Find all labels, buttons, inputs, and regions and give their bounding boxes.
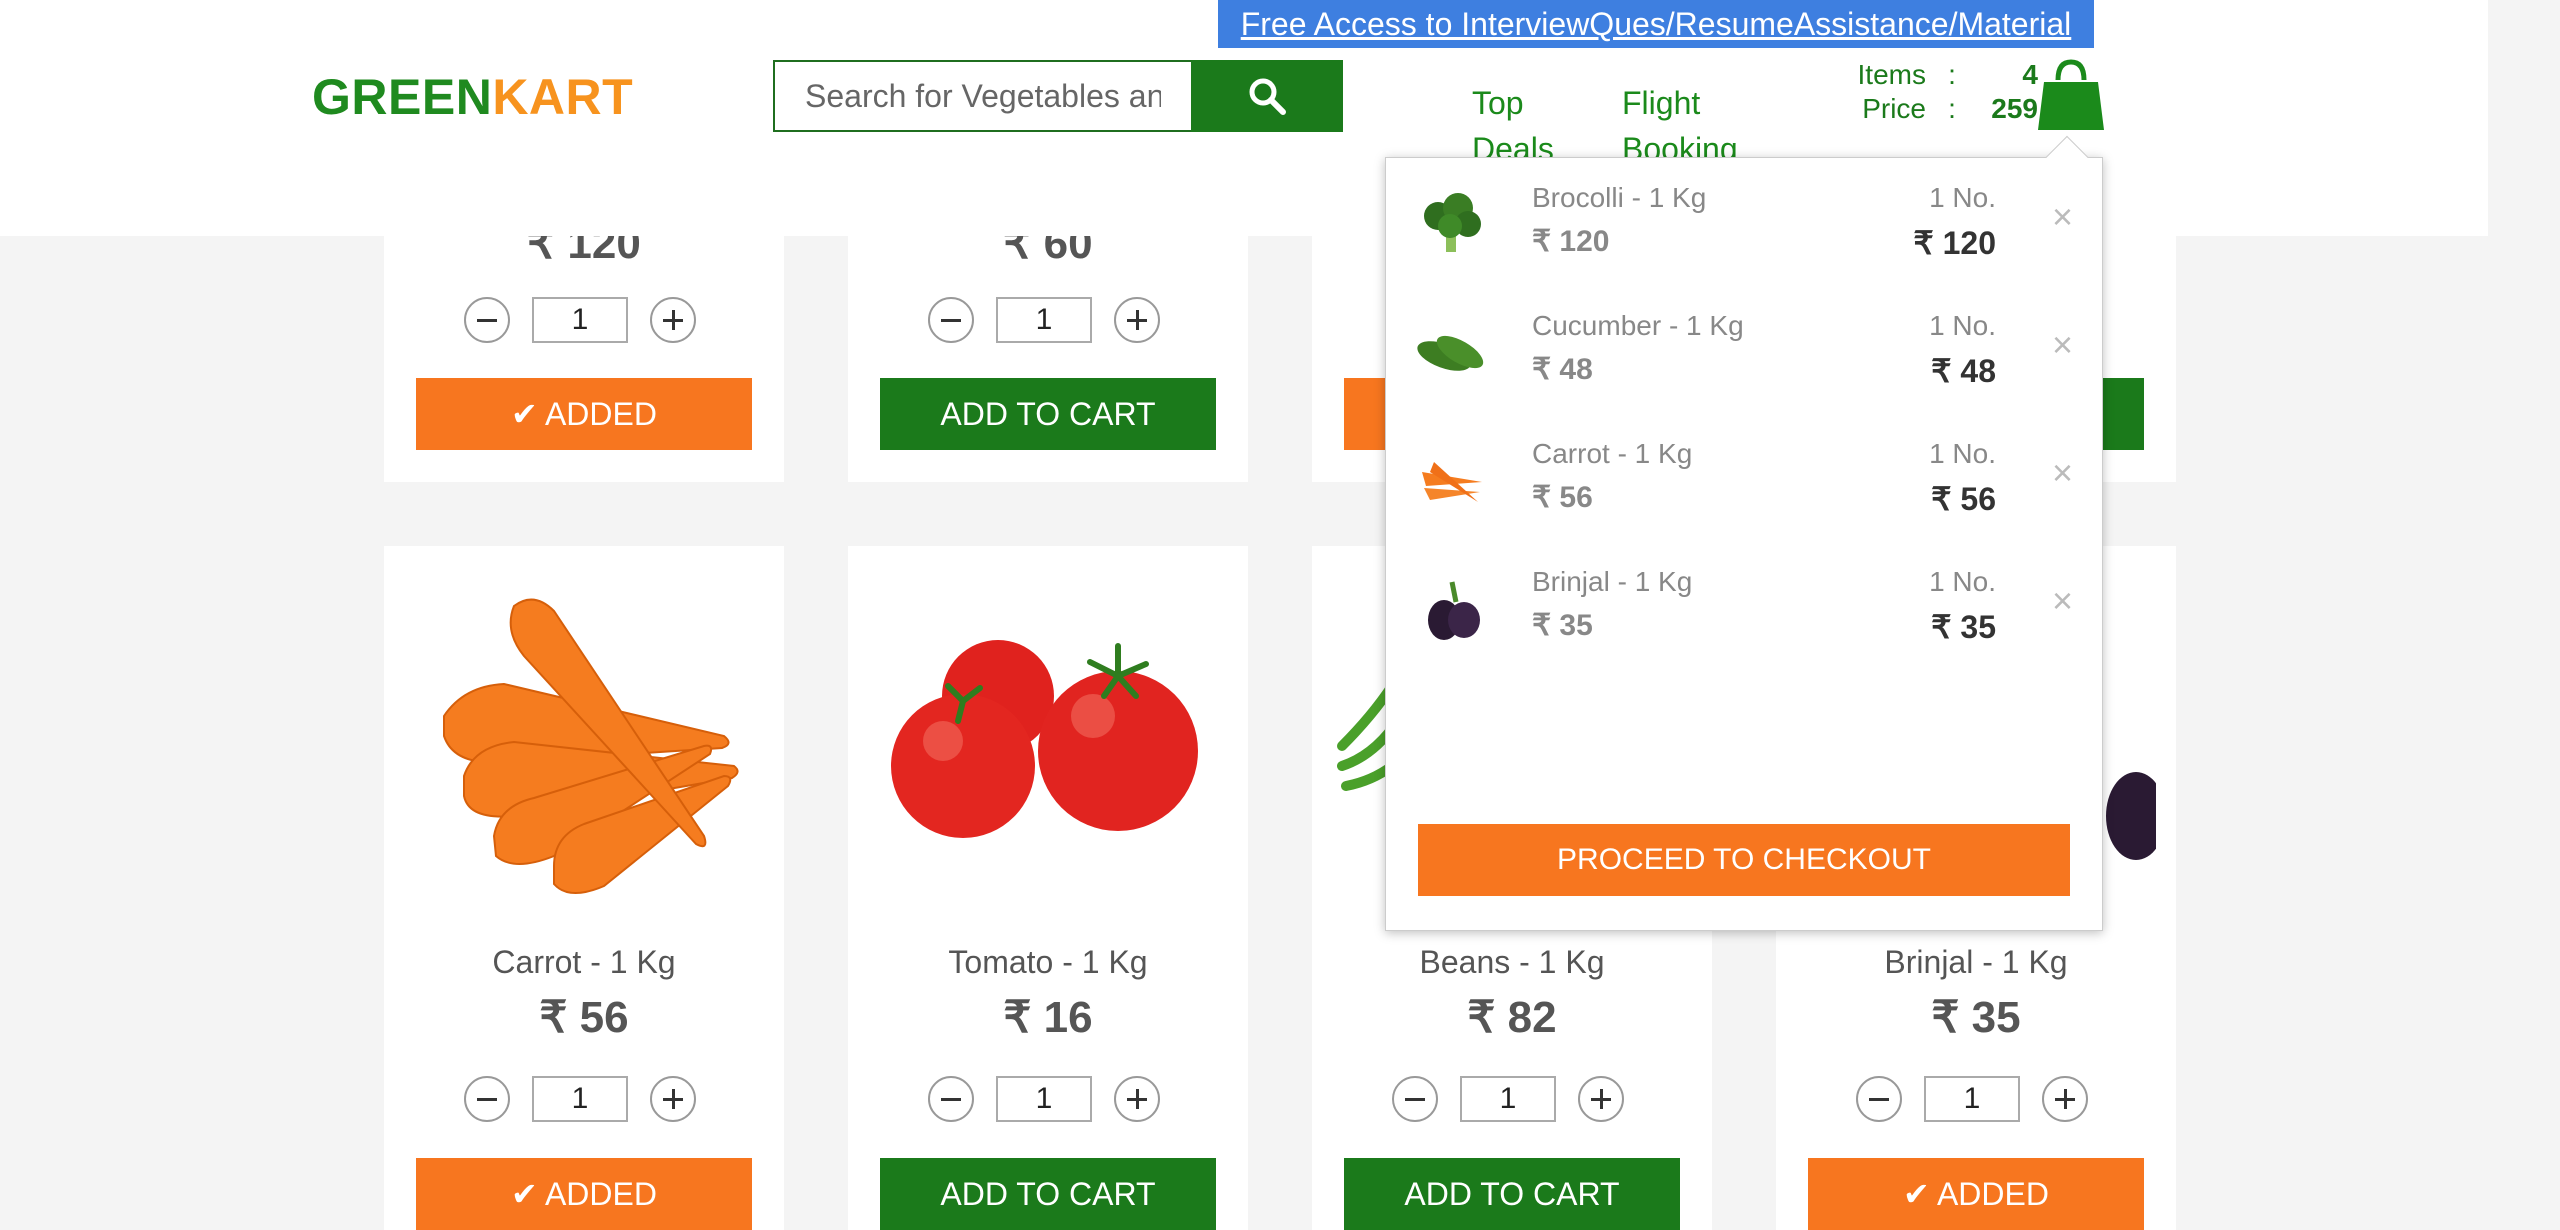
search-button[interactable] [1191,60,1343,132]
items-colon: : [1948,59,1956,90]
cart-item-price: ₹ 120 [1532,225,1610,258]
logo-green: GREEN [312,69,493,125]
product-price: ₹ 82 [1467,993,1557,1042]
search-bar [773,60,1343,132]
product-name: Brinjal - 1 Kg [1884,944,2068,980]
quantity-input[interactable] [532,1076,628,1122]
cart-item-qty: 1 No. [1929,438,1996,469]
cart-item-amount: ₹ 120 [1913,225,1996,261]
increment-button[interactable] [1578,1076,1624,1122]
price-label: Price [1862,93,1926,124]
cart-item-amount: ₹ 56 [1931,481,1996,517]
product-price: ₹ 35 [1931,993,2021,1042]
logo[interactable]: GREENKART [312,68,633,126]
remove-item-icon[interactable]: × [2052,324,2073,366]
product-name: Carrot - 1 Kg [492,944,676,980]
tomato-image [891,640,1198,838]
cart-item-qty: 1 No. [1929,182,1996,213]
decrement-button[interactable] [928,1076,974,1122]
cart-item-name: Carrot - 1 Kg [1532,438,1693,469]
increment-button[interactable] [650,1076,696,1122]
cart-preview-item: Cucumber - 1 Kg ₹ 48 1 No. ₹ 48 × [1386,286,2104,414]
promo-link[interactable]: Free Access to InterviewQues/ResumeAssis… [1218,0,2094,48]
increment-button[interactable] [650,297,696,343]
cart-item-price: ₹ 56 [1532,481,1593,514]
quantity-input[interactable] [1460,1076,1556,1122]
cart-summary: Items : 4 Price : 259 [1838,58,2038,126]
decrement-button[interactable] [464,297,510,343]
decrement-button[interactable] [1392,1076,1438,1122]
price-total: 259 [1991,93,2038,124]
quantity-input[interactable] [532,297,628,343]
quantity-stepper [464,1076,696,1122]
quantity-input[interactable] [1924,1076,2020,1122]
decrement-button[interactable] [464,1076,510,1122]
site-header: GREENKART Top Deals Flight Booking Items… [0,0,2488,236]
product-price: ₹ 56 [539,993,629,1042]
quantity-input[interactable] [996,1076,1092,1122]
quantity-stepper [928,1076,1160,1122]
carrot-image [443,598,739,894]
added-button[interactable]: ✔ ADDED [1808,1158,2144,1230]
product-name: Tomato - 1 Kg [948,944,1148,980]
quantity-stepper [928,297,1160,343]
items-count: 4 [2022,59,2038,90]
cart-item-amount: ₹ 35 [1931,609,1996,645]
quantity-stepper [1856,1076,2088,1122]
cart-preview-item: Brinjal - 1 Kg ₹ 35 1 No. ₹ 35 × [1386,542,2104,670]
remove-item-icon[interactable]: × [2052,196,2073,238]
cart-preview-item: Brocolli - 1 Kg ₹ 120 1 No. ₹ 120 × [1386,158,2104,286]
quantity-input[interactable] [996,297,1092,343]
add-to-cart-button[interactable]: ADD TO CART [1344,1158,1680,1230]
add-to-cart-button[interactable]: ADD TO CART [880,378,1216,450]
add-to-cart-button[interactable]: ADD TO CART [880,1158,1216,1230]
remove-item-icon[interactable]: × [2052,452,2073,494]
proceed-to-checkout-button[interactable]: PROCEED TO CHECKOUT [1418,824,2070,896]
increment-button[interactable] [1114,297,1160,343]
cart-item-amount: ₹ 48 [1931,353,1996,389]
decrement-button[interactable] [928,297,974,343]
increment-button[interactable] [1114,1076,1160,1122]
remove-item-icon[interactable]: × [2052,580,2073,622]
quantity-stepper [464,297,696,343]
logo-kart: KART [492,69,634,125]
brinjal-icon [1428,581,1480,640]
cart-item-price: ₹ 48 [1532,353,1593,386]
cart-bag-icon[interactable] [2036,58,2106,132]
added-button[interactable]: ✔ ADDED [416,1158,752,1230]
carrot-icon [1422,462,1482,502]
cart-item-qty: 1 No. [1929,566,1996,597]
quantity-stepper [1392,1076,1624,1122]
increment-button[interactable] [2042,1076,2088,1122]
cart-item-name: Brinjal - 1 Kg [1532,566,1693,597]
search-input[interactable] [773,60,1191,132]
cart-item-name: Cucumber - 1 Kg [1532,310,1744,341]
added-button[interactable]: ✔ ADDED [416,378,752,450]
product-card: Carrot - 1 Kg ₹ 56 ✔ ADDED [384,546,784,1230]
product-card: Tomato - 1 Kg ₹ 16 ADD TO CART [848,546,1248,1230]
product-name: Beans - 1 Kg [1419,944,1605,980]
cart-preview-item: Carrot - 1 Kg ₹ 56 1 No. ₹ 56 × [1386,414,2104,542]
cart-item-name: Brocolli - 1 Kg [1532,182,1707,213]
cart-item-price: ₹ 35 [1532,609,1593,642]
cart-preview: Brocolli - 1 Kg ₹ 120 1 No. ₹ 120 × Cucu… [1385,157,2103,931]
broccoli-icon [1424,193,1481,252]
cucumber-icon [1417,335,1484,371]
price-colon: : [1948,93,1956,124]
product-price: ₹ 16 [1003,993,1093,1042]
cart-item-qty: 1 No. [1929,310,1996,341]
items-label: Items [1857,59,1926,90]
decrement-button[interactable] [1856,1076,1902,1122]
search-icon [1249,78,1286,115]
